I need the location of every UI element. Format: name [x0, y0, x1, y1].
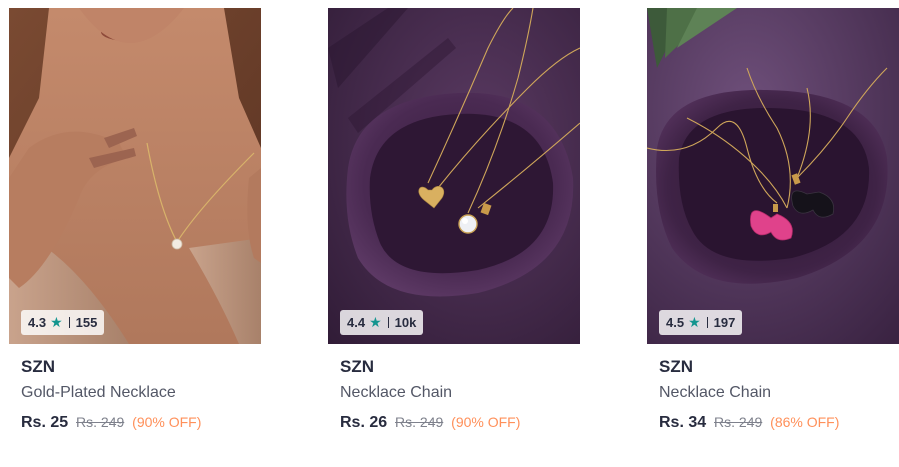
- original-price: Rs. 249: [395, 414, 444, 430]
- product-price: Rs. 26 Rs. 249 (90% OFF): [340, 413, 580, 432]
- product-card[interactable]: 4.5 ★ 197 SZN Necklace Chain Rs. 34 Rs. …: [647, 0, 899, 467]
- product-info[interactable]: SZN Gold-Plated Necklace Rs. 25 Rs. 249 …: [21, 356, 261, 432]
- product-card[interactable]: 4.3 ★ 155 SZN Gold-Plated Necklace Rs. 2…: [9, 0, 261, 467]
- original-price: Rs. 249: [76, 414, 125, 430]
- original-price: Rs. 249: [714, 414, 763, 430]
- product-price: Rs. 34 Rs. 249 (86% OFF): [659, 413, 899, 432]
- rating-badge: 4.5 ★ 197: [659, 310, 743, 335]
- product-info[interactable]: SZN Necklace Chain Rs. 26 Rs. 249 (90% O…: [340, 356, 580, 432]
- discount-label: (90% OFF): [451, 414, 521, 430]
- product-price: Rs. 25 Rs. 249 (90% OFF): [21, 413, 261, 432]
- product-name: Necklace Chain: [659, 384, 772, 401]
- product-image[interactable]: 4.3 ★ 155: [9, 8, 261, 344]
- product-image[interactable]: 4.5 ★ 197: [647, 8, 899, 344]
- rating-count: 197: [713, 315, 736, 330]
- product-brand: SZN: [340, 357, 374, 376]
- product-brand: SZN: [21, 357, 55, 376]
- rating-divider: [706, 317, 708, 328]
- star-icon: ★: [688, 314, 701, 330]
- rating-badge: 4.4 ★ 10k: [340, 310, 424, 335]
- selling-price: Rs. 25: [21, 414, 69, 431]
- rating-badge: 4.3 ★ 155: [21, 310, 105, 335]
- rating-value: 4.5: [666, 315, 685, 330]
- rating-value: 4.4: [347, 315, 366, 330]
- discount-label: (90% OFF): [132, 414, 202, 430]
- rating-count: 10k: [394, 315, 417, 330]
- product-info[interactable]: SZN Necklace Chain Rs. 34 Rs. 249 (86% O…: [659, 356, 899, 432]
- product-brand: SZN: [659, 357, 693, 376]
- rating-count: 155: [75, 315, 98, 330]
- star-icon: ★: [369, 314, 382, 330]
- product-image[interactable]: 4.4 ★ 10k: [328, 8, 580, 344]
- star-icon: ★: [50, 314, 63, 330]
- rating-divider: [68, 317, 70, 328]
- product-name: Gold-Plated Necklace: [21, 384, 176, 401]
- selling-price: Rs. 34: [659, 414, 707, 431]
- product-card[interactable]: 4.4 ★ 10k SZN Necklace Chain Rs. 26 Rs. …: [328, 0, 580, 467]
- product-name: Necklace Chain: [340, 384, 453, 401]
- rating-value: 4.3: [28, 315, 47, 330]
- rating-divider: [387, 317, 389, 328]
- product-grid: 4.3 ★ 155 SZN Gold-Plated Necklace Rs. 2…: [0, 0, 899, 467]
- discount-label: (86% OFF): [770, 414, 840, 430]
- selling-price: Rs. 26: [340, 414, 388, 431]
